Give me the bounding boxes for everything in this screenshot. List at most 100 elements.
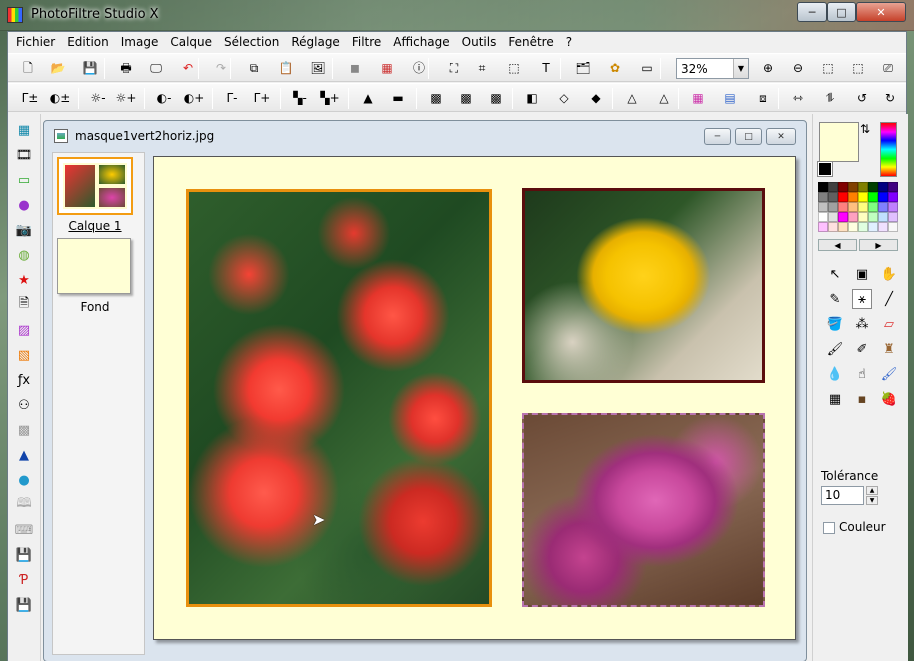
film-icon[interactable]: 🎞 (14, 145, 34, 165)
flip-vertical-icon[interactable]: ⥮ (820, 88, 840, 108)
menu-outils[interactable]: Outils (456, 35, 503, 49)
triangle-filter-icon[interactable]: △ (622, 88, 642, 108)
line-icon[interactable]: ╱ (879, 289, 899, 309)
histogram-icon[interactable]: ▲ (358, 88, 378, 108)
palette-swatch[interactable] (828, 202, 838, 212)
save-2000-icon[interactable]: 💾 (14, 545, 34, 565)
palette-swatch[interactable] (838, 202, 848, 212)
palette-swatch[interactable] (848, 212, 858, 222)
palette-swatch[interactable] (838, 192, 848, 202)
stamp-icon[interactable]: ♜ (879, 339, 899, 359)
menu-reglage[interactable]: Réglage (285, 35, 346, 49)
camera-icon[interactable]: 📷 (14, 220, 34, 240)
zoom-combobox[interactable]: 32% ▼ (676, 58, 749, 79)
gradient-purple-icon[interactable]: ▨ (14, 320, 34, 340)
globe-icon[interactable]: ◍ (14, 245, 34, 265)
palette-swatch[interactable] (818, 222, 828, 232)
selection-icon[interactable]: ⬚ (504, 58, 524, 78)
background-color-swatch[interactable] (817, 161, 833, 177)
scanner-icon[interactable]: 🖵 (146, 58, 166, 78)
gradient-icon[interactable]: ▦ (688, 88, 708, 108)
foreground-color-swatch[interactable] (819, 122, 859, 162)
paste-icon[interactable]: 📋 (276, 58, 296, 78)
palette-swatch[interactable] (858, 212, 868, 222)
doc-close-button[interactable]: ✕ (766, 128, 796, 145)
clone-icon[interactable]: ▦ (825, 389, 845, 409)
blue-ball-icon[interactable]: ● (14, 470, 34, 490)
eraser-icon[interactable]: ▱ (879, 314, 899, 334)
filter-mosaic-icon[interactable]: ▩ (456, 88, 476, 108)
calculator-icon[interactable]: ▦ (14, 120, 34, 140)
gamma-plus-icon[interactable]: Γ+ (252, 88, 272, 108)
gradient-orange-icon[interactable]: ▧ (14, 345, 34, 365)
palette-swatch[interactable] (868, 202, 878, 212)
palette-swatch[interactable] (828, 182, 838, 192)
palette-swatch[interactable] (858, 202, 868, 212)
palette-swatch[interactable] (888, 222, 898, 232)
brightness-minus-icon[interactable]: ☼- (88, 88, 108, 108)
histogram-blue-icon[interactable]: ▲ (14, 445, 34, 465)
brightness-plus-icon[interactable]: ☼+ (116, 88, 137, 108)
palette-swatch[interactable] (868, 212, 878, 222)
open-folder-icon[interactable]: 📂 (48, 58, 68, 78)
actual-size-icon[interactable]: ⬚ (818, 58, 838, 78)
palette-swatch[interactable] (838, 182, 848, 192)
save-html-icon[interactable]: 💾 (14, 595, 34, 615)
palette-swatch[interactable] (818, 202, 828, 212)
palette-swatch[interactable] (888, 202, 898, 212)
tolerance-spin-up[interactable]: ▲ (866, 486, 878, 495)
contrast-plus-icon[interactable]: ◐+ (184, 88, 205, 108)
palette-swatch[interactable] (888, 192, 898, 202)
palette-swatch[interactable] (878, 222, 888, 232)
palette-swatch[interactable] (868, 182, 878, 192)
palette-swatch[interactable] (848, 222, 858, 232)
spray-icon[interactable]: ⁂ (852, 314, 872, 334)
brush-icon[interactable]: 🖌 (825, 339, 845, 359)
close-button[interactable]: ✕ (856, 2, 906, 22)
pdf-icon[interactable]: Ƥ (14, 570, 34, 590)
fit-window-icon[interactable]: ⬚ (848, 58, 868, 78)
menu-image[interactable]: Image (115, 35, 165, 49)
palette-swatch[interactable] (868, 192, 878, 202)
palette-swatch[interactable] (818, 182, 828, 192)
filter-emboss-icon[interactable]: ◧ (522, 88, 542, 108)
zoom-out-icon[interactable]: ⊖ (788, 58, 808, 78)
menu-affichage[interactable]: Affichage (387, 35, 455, 49)
saturation-plus-icon[interactable]: ▚+ (320, 88, 340, 108)
grayscale-icon[interactable]: ◼ (345, 58, 365, 78)
levels-auto-icon[interactable]: Γ± (20, 88, 40, 108)
magic-wand-icon[interactable]: ⚹ (852, 289, 872, 309)
rotate-left-icon[interactable]: ↺ (852, 88, 872, 108)
portrait-icon[interactable]: ▪ (852, 389, 872, 409)
swap-colors-icon[interactable]: ⇅ (860, 122, 870, 136)
sharpen-icon[interactable]: ◆ (586, 88, 606, 108)
saturation-minus-icon[interactable]: ▚- (290, 88, 310, 108)
palette-swatch[interactable] (878, 182, 888, 192)
menu-help[interactable]: ? (560, 35, 578, 49)
menu-calque[interactable]: Calque (164, 35, 218, 49)
blur-icon[interactable]: ◇ (554, 88, 574, 108)
palette-swatch[interactable] (878, 212, 888, 222)
zoom-select-icon[interactable]: ⛶ (444, 58, 464, 78)
menu-fichier[interactable]: Fichier (10, 35, 61, 49)
paint-bucket-icon[interactable]: 🪣 (825, 314, 845, 334)
pointer-icon[interactable]: ↖ (825, 264, 845, 284)
couleur-checkbox[interactable] (823, 522, 835, 534)
picture-frame-icon[interactable]: ▭ (14, 170, 34, 190)
star-icon[interactable]: ★ (14, 270, 34, 290)
crop-icon[interactable]: ⌗ (472, 58, 492, 78)
hand-icon[interactable]: ✋ (879, 264, 899, 284)
tolerance-input[interactable]: 10 (821, 486, 864, 505)
triangle-outline-icon[interactable]: △ (654, 88, 674, 108)
palette-swatch[interactable] (828, 222, 838, 232)
gradient-blue-icon[interactable]: ▤ (720, 88, 740, 108)
palette-swatch[interactable] (818, 212, 828, 222)
color-spectrum[interactable] (880, 122, 897, 177)
tolerance-spin-down[interactable]: ▼ (866, 496, 878, 505)
plugins-icon[interactable]: ✿ (605, 58, 625, 78)
preview-icon[interactable]: ▭ (637, 58, 657, 78)
text-icon[interactable]: T (536, 58, 556, 78)
checker-icon[interactable]: ▩ (14, 420, 34, 440)
new-file-icon[interactable]: 🗋 (18, 58, 38, 78)
strawberry-icon[interactable]: 🍓 (879, 389, 899, 409)
